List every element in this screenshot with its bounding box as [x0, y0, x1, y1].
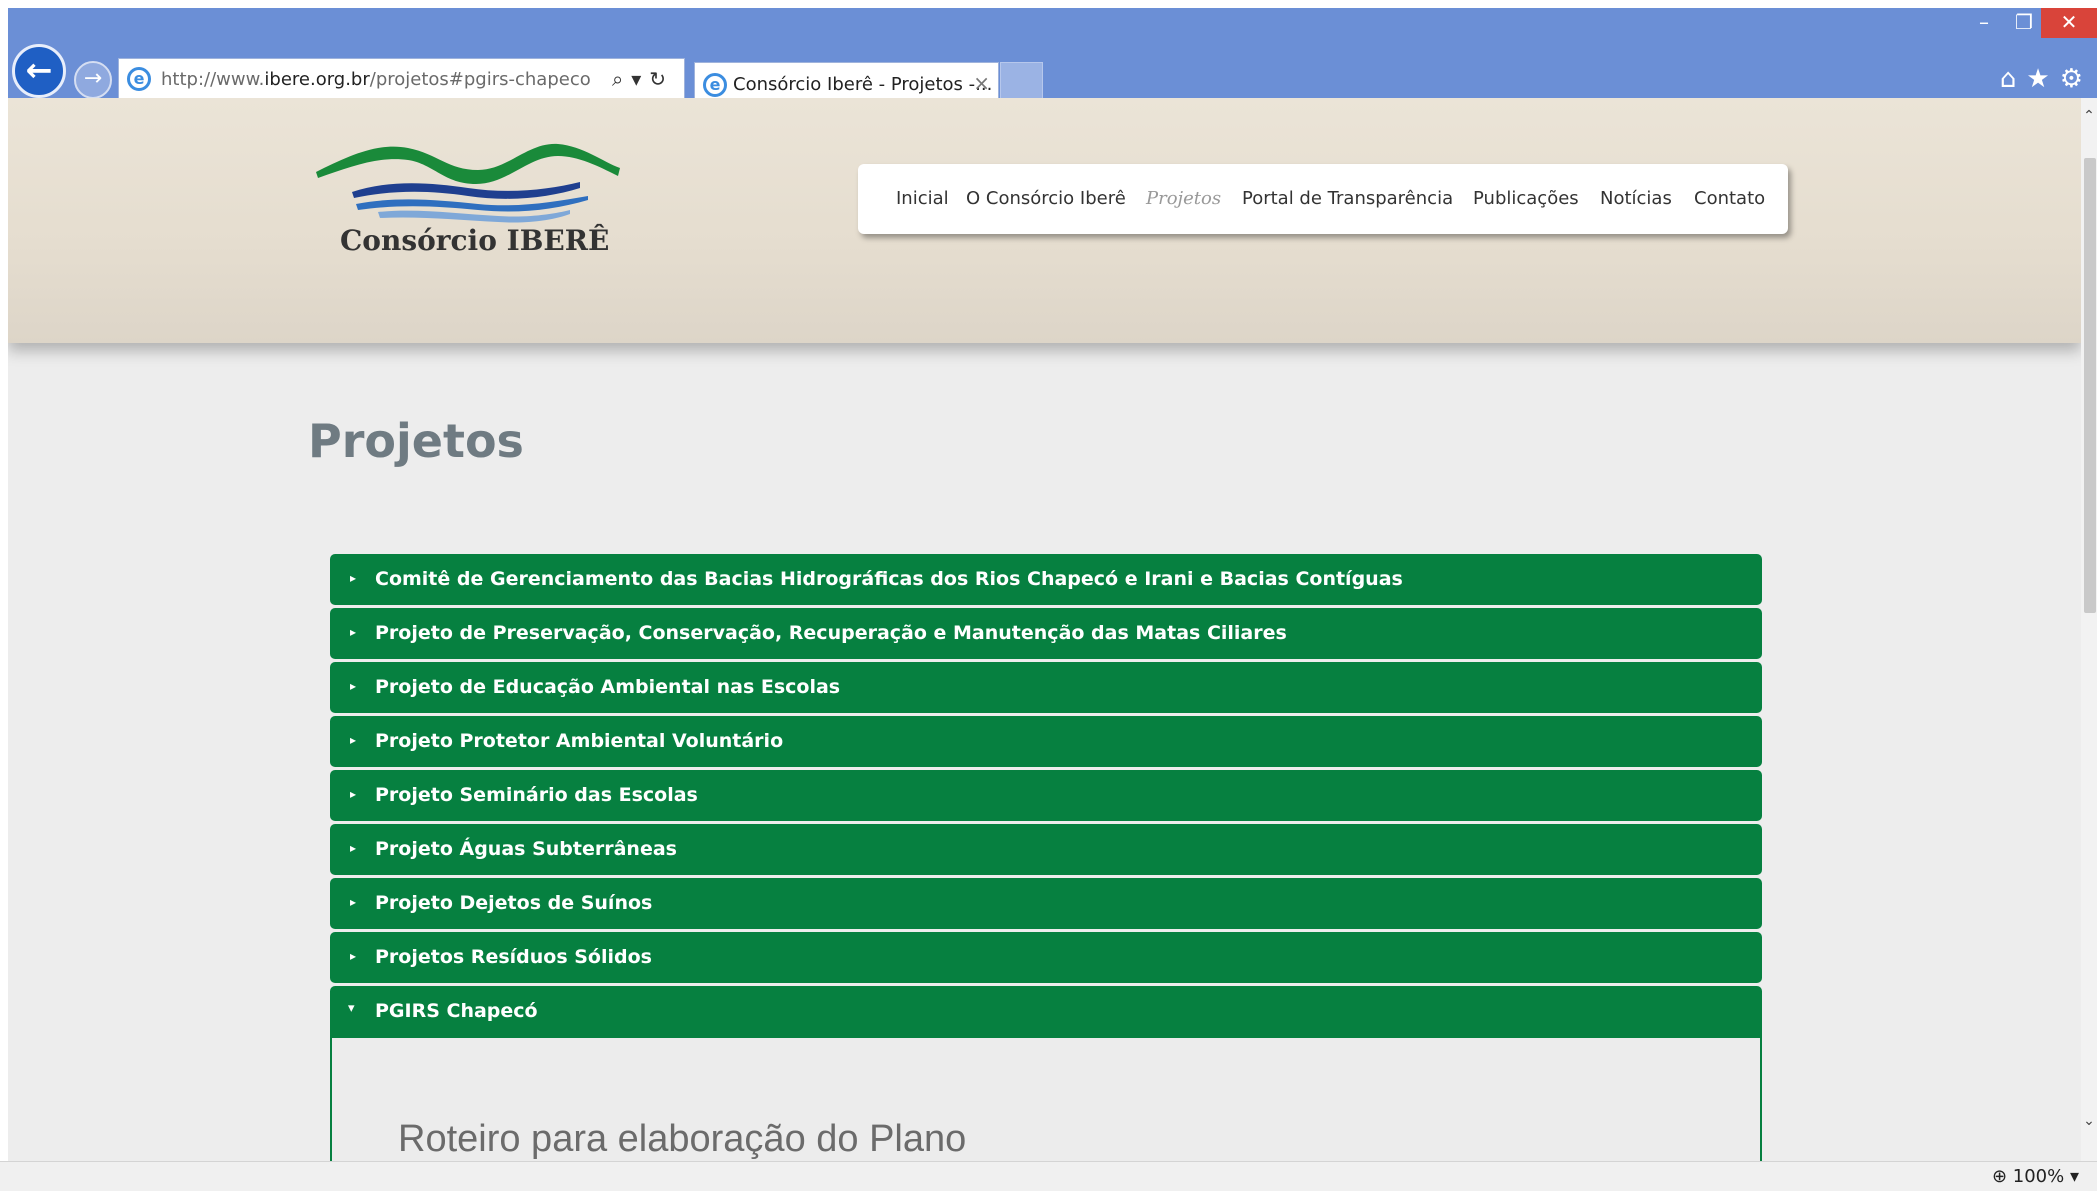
home-favorites-settings-icons[interactable]: ⌂★⚙	[2000, 64, 2093, 94]
page-title: Projetos	[308, 414, 524, 468]
accordion-item[interactable]: ▸ Comitê de Gerenciamento das Bacias Hidr…	[330, 554, 1762, 605]
accordion-item[interactable]: ▸ Projeto Águas Subterrâneas	[330, 824, 1762, 875]
tab-close-icon[interactable]: ×	[973, 71, 990, 95]
accordion-item-label: Projeto Águas Subterrâneas	[375, 838, 677, 860]
caret-right-icon: ▸	[350, 949, 357, 963]
nav-item-contato[interactable]: Contato	[1694, 188, 1765, 209]
tab-title: Consórcio Iberê - Projetos -...	[733, 74, 993, 95]
nav-item-inicial[interactable]: Inicial	[896, 188, 949, 209]
scroll-thumb[interactable]	[2084, 158, 2096, 613]
accordion-item-open[interactable]: ▾ PGIRS Chapecó	[330, 986, 1762, 1038]
accordion-item[interactable]: ▸ Projetos Resíduos Sólidos	[330, 932, 1762, 983]
site-logo[interactable]: Consórcio IBERÊ	[308, 132, 628, 272]
accordion-item[interactable]: ▸ Projeto de Preservação, Conservação, Re…	[330, 608, 1762, 659]
forward-button[interactable]: →	[74, 61, 112, 99]
caret-right-icon: ▸	[350, 679, 357, 693]
accordion-item-label: Projeto Seminário das Escolas	[375, 784, 698, 806]
nav-item-transparencia[interactable]: Portal de Transparência	[1242, 188, 1453, 209]
accordion-panel: Roteiro para elaboração do Plano	[330, 1038, 1762, 1161]
ie-page-icon: e	[127, 67, 151, 91]
main-nav: Inicial O Consórcio Iberê Projetos Porta…	[858, 164, 1788, 234]
caret-right-icon: ▸	[350, 625, 357, 639]
nav-item-consorcio[interactable]: O Consórcio Iberê	[966, 188, 1126, 209]
projects-accordion: ▸ Comitê de Gerenciamento das Bacias Hidr…	[330, 554, 1762, 1161]
close-window-button[interactable]: ✕	[2041, 8, 2097, 38]
vertical-scrollbar[interactable]: ⌃ ⌄	[2081, 98, 2097, 1161]
back-button[interactable]: ←	[12, 44, 66, 98]
caret-right-icon: ▸	[350, 841, 357, 855]
caret-right-icon: ▸	[350, 895, 357, 909]
arrow-right-icon: →	[83, 66, 103, 91]
accordion-item-label: Projeto de Educação Ambiental nas Escola…	[375, 676, 841, 698]
river-hills-logo-icon	[316, 143, 620, 223]
accordion-item-label: Projeto Protetor Ambiental Voluntário	[375, 730, 784, 752]
site-header: Consórcio IBERÊ Inicial O Consórcio Iber…	[8, 98, 2081, 343]
chevron-down-icon: ▾	[2064, 1166, 2079, 1187]
accordion-item-label: Comitê de Gerenciamento das Bacias Hidro…	[375, 568, 1403, 590]
nav-item-projetos[interactable]: Projetos	[1146, 188, 1221, 209]
accordion-item[interactable]: ▸ Projeto Dejetos de Suínos	[330, 878, 1762, 929]
logo-text: Consórcio IBERÊ	[340, 224, 610, 257]
panel-heading: Roteiro para elaboração do Plano	[398, 1118, 967, 1160]
web-page: Consórcio IBERÊ Inicial O Consórcio Iber…	[8, 98, 2081, 1161]
accordion-item-label: PGIRS Chapecó	[375, 1000, 538, 1022]
accordion-item[interactable]: ▸ Projeto Seminário das Escolas	[330, 770, 1762, 821]
caret-right-icon: ▸	[350, 733, 357, 747]
accordion-item[interactable]: ▸ Projeto de Educação Ambiental nas Escol…	[330, 662, 1762, 713]
caret-right-icon: ▸	[350, 571, 357, 585]
zoom-icon: ⊕	[1991, 1166, 2013, 1187]
search-refresh-controls[interactable]: ⌕▾↻	[612, 67, 674, 91]
caret-down-icon: ▾	[348, 1001, 355, 1016]
scroll-up-icon[interactable]: ⌃	[2081, 108, 2097, 128]
accordion-item[interactable]: ▸ Projeto Protetor Ambiental Voluntário	[330, 716, 1762, 767]
address-bar[interactable]: e http://www.ibere.org.br/projetos#pgirs…	[118, 58, 685, 100]
accordion-item-label: Projetos Resíduos Sólidos	[375, 946, 652, 968]
caret-right-icon: ▸	[350, 787, 357, 801]
zoom-control[interactable]: ⊕ 100% ▾	[1992, 1166, 2079, 1187]
nav-item-publicacoes[interactable]: Publicações	[1473, 188, 1579, 209]
ie-tab-icon: e	[703, 73, 727, 97]
arrow-left-icon: ←	[25, 51, 53, 89]
url-text[interactable]: http://www.ibere.org.br/projetos#pgirs-c…	[161, 69, 591, 90]
scroll-down-icon[interactable]: ⌄	[2081, 1113, 2097, 1133]
accordion-item-label: Projeto Dejetos de Suínos	[375, 892, 653, 914]
nav-item-noticias[interactable]: Notícias	[1600, 188, 1672, 209]
accordion-item-label: Projeto de Preservação, Conservação, Rec…	[375, 622, 1287, 644]
browser-chrome: – ❐ ✕ ← → e http://www.ibere.org.br/proj…	[8, 8, 2097, 104]
status-bar: ⊕ 100% ▾	[0, 1161, 2097, 1191]
